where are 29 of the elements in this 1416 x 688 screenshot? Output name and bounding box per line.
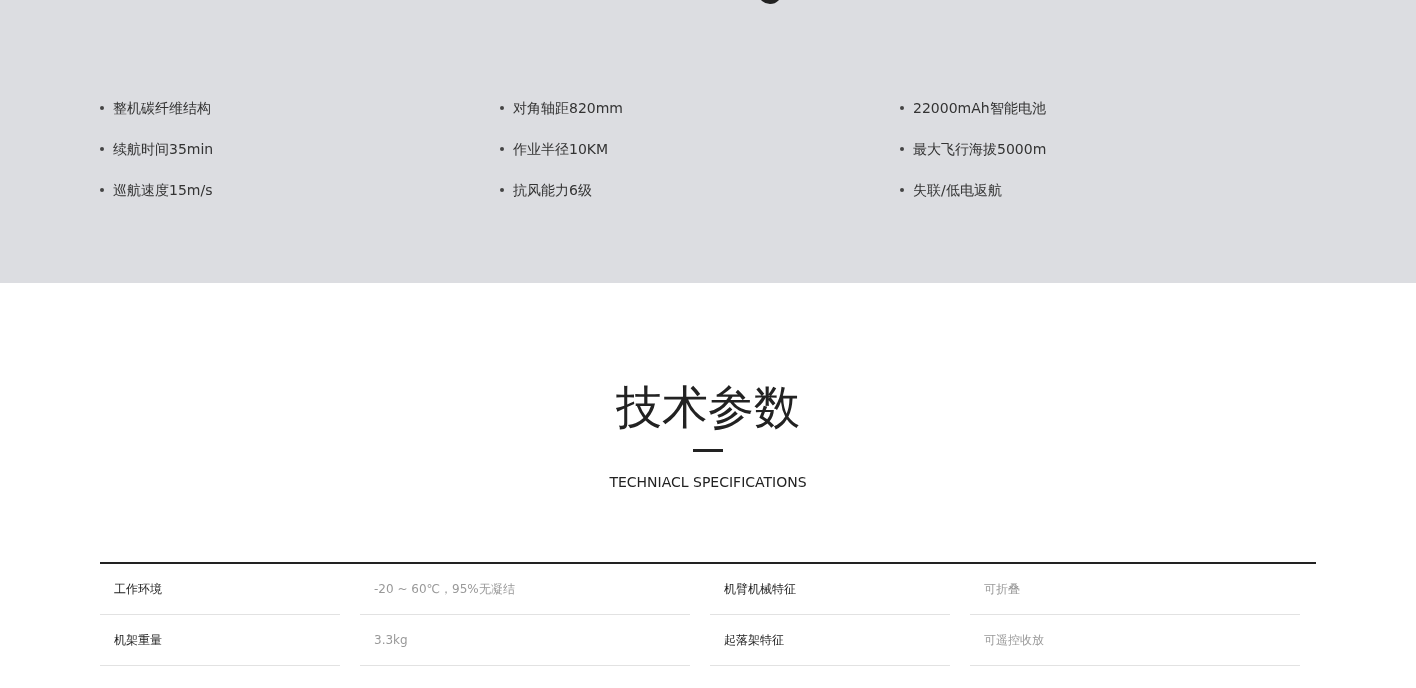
feature-text: 巡航速度15m/s (113, 181, 213, 200)
bullet-icon (100, 106, 104, 110)
spec-value: 3.3kg (360, 615, 690, 666)
spec-value: -20 ~ 60℃，95%无凝结 (360, 564, 690, 615)
bullet-icon (500, 106, 504, 110)
feature-text: 22000mAh智能电池 (913, 99, 1046, 118)
bullet-icon (900, 106, 904, 110)
title-underline (693, 449, 723, 452)
spec-value: 可遥控收放 (970, 615, 1300, 666)
feature-text: 失联/低电返航 (913, 181, 1002, 200)
bullet-icon (500, 188, 504, 192)
bullet-icon (500, 147, 504, 151)
feature-text: 最大飞行海拔5000m (913, 140, 1047, 159)
section-subtitle: TECHNIACL SPECIFICATIONS (609, 474, 807, 490)
feature-text: 整机碳纤维结构 (113, 99, 211, 118)
feature-text: 续航时间35min (113, 140, 214, 159)
spec-label: 工作环境 (100, 564, 340, 615)
bullet-icon (900, 147, 904, 151)
bullet-icon (100, 188, 104, 192)
spec-label: 机臂机械特征 (710, 564, 950, 615)
bullet-icon (100, 147, 104, 151)
feature-text: 抗风能力6级 (513, 181, 592, 200)
bullet-icon (900, 188, 904, 192)
feature-text: 作业半径10KM (513, 140, 609, 159)
spec-label: 机架重量 (100, 615, 340, 666)
spec-label: 起落架特征 (710, 615, 950, 666)
section-title: 技术参数 (616, 379, 800, 435)
spec-value: 可折叠 (970, 564, 1300, 615)
feature-text: 对角轴距820mm (513, 99, 623, 118)
